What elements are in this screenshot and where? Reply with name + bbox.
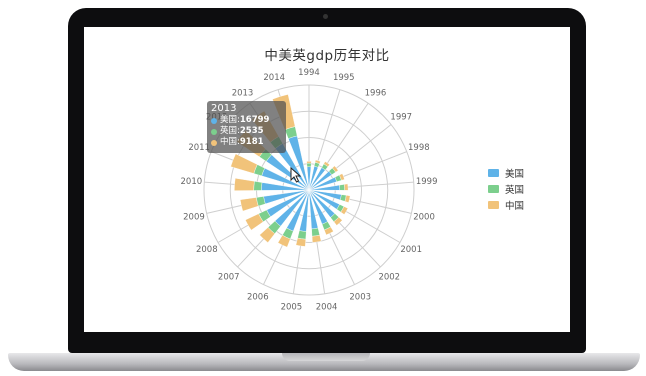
bar-cn-2005 (295, 237, 306, 247)
tooltip-row-cn: 中国:9181 (211, 137, 282, 148)
legend-item-uk[interactable]: 英国 (488, 181, 524, 197)
bar-cn-2010 (234, 177, 255, 191)
category-label-2010: 2010 (181, 177, 203, 187)
category-label-2009: 2009 (183, 212, 205, 222)
category-label-2001: 2001 (400, 245, 422, 255)
category-label-1999: 1999 (416, 177, 438, 187)
tooltip-label-cn: 中国 (220, 137, 238, 147)
tooltip-value-uk: 2535 (239, 126, 264, 136)
legend-label-cn: 中国 (505, 201, 525, 212)
legend-item-us[interactable]: 美国 (488, 165, 524, 181)
category-label-2000: 2000 (413, 212, 435, 222)
chart-legend: 美国 英国 中国 (488, 165, 524, 213)
tooltip-label-uk: 英国 (220, 126, 238, 136)
bar-uk-2005 (297, 230, 307, 240)
tooltip-dot-cn (211, 139, 217, 146)
tooltip-value-cn: 9181 (239, 137, 264, 147)
bar-cn-2009 (239, 197, 259, 212)
tooltip-row-uk: 英国:2535 (211, 126, 282, 137)
category-label-1998: 1998 (408, 143, 430, 153)
tooltip-dot-uk (211, 128, 217, 135)
laptop-notch (282, 353, 370, 361)
legend-label-uk: 英国 (505, 185, 525, 196)
category-label-1996: 1996 (365, 89, 387, 99)
bar-uk-2010 (253, 181, 263, 191)
chart-tooltip: 2013 美国:16799 英国:2535 中国:9181 (207, 101, 286, 153)
bar-uk-1994 (306, 162, 312, 168)
bar-cn-1994 (306, 161, 312, 164)
legend-item-cn[interactable]: 中国 (488, 197, 524, 213)
tooltip-dot-us (211, 117, 217, 124)
tooltip-title: 2013 (211, 103, 237, 114)
category-label-1997: 1997 (390, 112, 412, 122)
category-label-2004: 2004 (316, 303, 338, 313)
bar-cn-2004 (311, 234, 322, 243)
category-label-2013: 2013 (232, 89, 254, 99)
legend-swatch-cn (488, 201, 499, 209)
category-label-2006: 2006 (247, 292, 269, 302)
category-label-1995: 1995 (333, 73, 355, 83)
category-label-2003: 2003 (349, 292, 371, 302)
mouse-cursor-icon (290, 167, 302, 183)
category-label-1994: 1994 (298, 68, 320, 78)
category-label-2008: 2008 (196, 245, 218, 255)
category-label-2007: 2007 (218, 273, 240, 283)
bar-cn-2011 (230, 153, 258, 174)
legend-label-us: 美国 (505, 169, 525, 180)
bar-uk-1999 (339, 184, 345, 191)
category-label-2005: 2005 (281, 303, 303, 313)
tooltip-row-us: 美国:16799 (211, 115, 282, 126)
legend-swatch-uk (488, 185, 499, 193)
bar-uk-2004 (311, 227, 320, 237)
category-label-2014: 2014 (263, 73, 285, 83)
tooltip-value-us: 16799 (239, 115, 270, 125)
chart-screen: 中美英gdp历年对比 1994 1995 1996 1997 1998 1999 2000 2… (84, 27, 570, 332)
bar-cn-1999 (344, 183, 349, 191)
legend-swatch-us (488, 169, 499, 177)
tooltip-label-us: 美国 (220, 115, 238, 125)
category-label-2002: 2002 (378, 273, 400, 283)
camera-icon (323, 14, 328, 19)
